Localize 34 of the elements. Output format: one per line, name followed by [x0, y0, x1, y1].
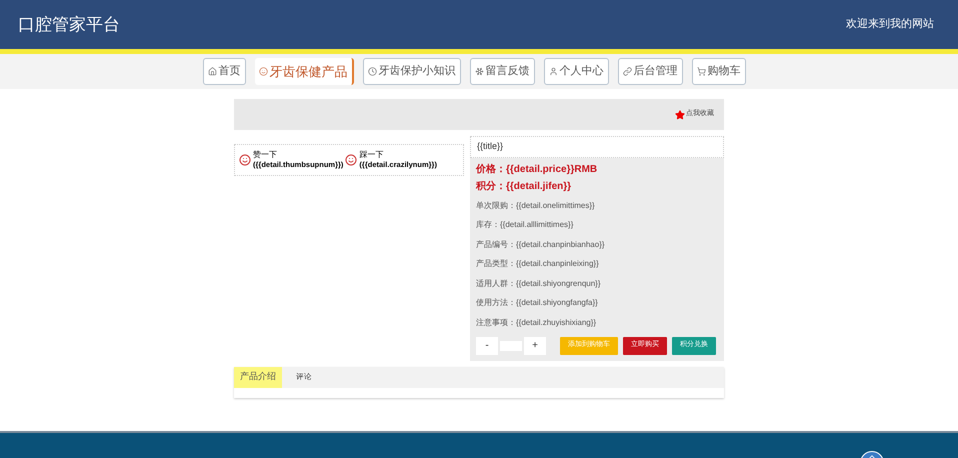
detail-text: 产品编号：{{detail.chanpinbianhao}}	[476, 238, 606, 251]
nav-tab[interactable]: 后台管理	[618, 58, 682, 85]
cart-icon	[696, 67, 706, 76]
person-icon	[548, 67, 558, 76]
site-title: 口腔管家平台	[18, 14, 120, 36]
detail-text: 产品类型：{{detail.chanpinleixing}}	[476, 258, 600, 270]
content-tab[interactable]: 产品介绍	[234, 366, 282, 388]
nav-tab[interactable]: 购物车	[692, 58, 746, 85]
nav-tab[interactable]: 牙齿保健产品	[254, 58, 354, 85]
welcome-text: 欢迎来到我的网站	[846, 16, 934, 32]
detail-text: 注意事项：{{detail.zhuyishixiang}}	[476, 316, 598, 329]
detail-text: 使用方法：{{detail.shiyongfangfa}}	[476, 297, 599, 310]
clock-icon	[368, 67, 376, 76]
vote-label: 踩一下	[359, 150, 384, 160]
smiley-icon	[239, 154, 251, 166]
price-text: 价格：{{detail.price}}RMB	[476, 162, 598, 177]
nav-tab[interactable]: 首页	[202, 58, 246, 85]
points-text: 积分：{{detail.jifen}}	[476, 180, 572, 194]
smiley-icon	[345, 154, 358, 166]
star-icon	[675, 110, 685, 120]
detail-text: 库存：{{detail.alllimittimes}}	[476, 219, 574, 232]
nav-tab[interactable]: 牙齿保护小知识	[362, 58, 460, 85]
nav-tab[interactable]: 个人中心	[544, 58, 608, 85]
product-title: {{title}}	[477, 140, 504, 154]
minus-button[interactable]: -	[476, 336, 498, 354]
smiley-icon	[258, 67, 268, 76]
snowflake-icon	[474, 67, 484, 76]
link-icon	[622, 67, 632, 76]
plus-button[interactable]: +	[524, 336, 546, 354]
vote-label: 赞一下	[253, 150, 278, 160]
nav-tab[interactable]: 留言反馈	[470, 58, 534, 85]
home-icon	[208, 67, 216, 76]
detail-text: 单次限购：{{detail.onelimittimes}}	[476, 200, 596, 212]
detail-text: 适用人群：{{detail.shiyongrenqun}}	[476, 278, 602, 290]
